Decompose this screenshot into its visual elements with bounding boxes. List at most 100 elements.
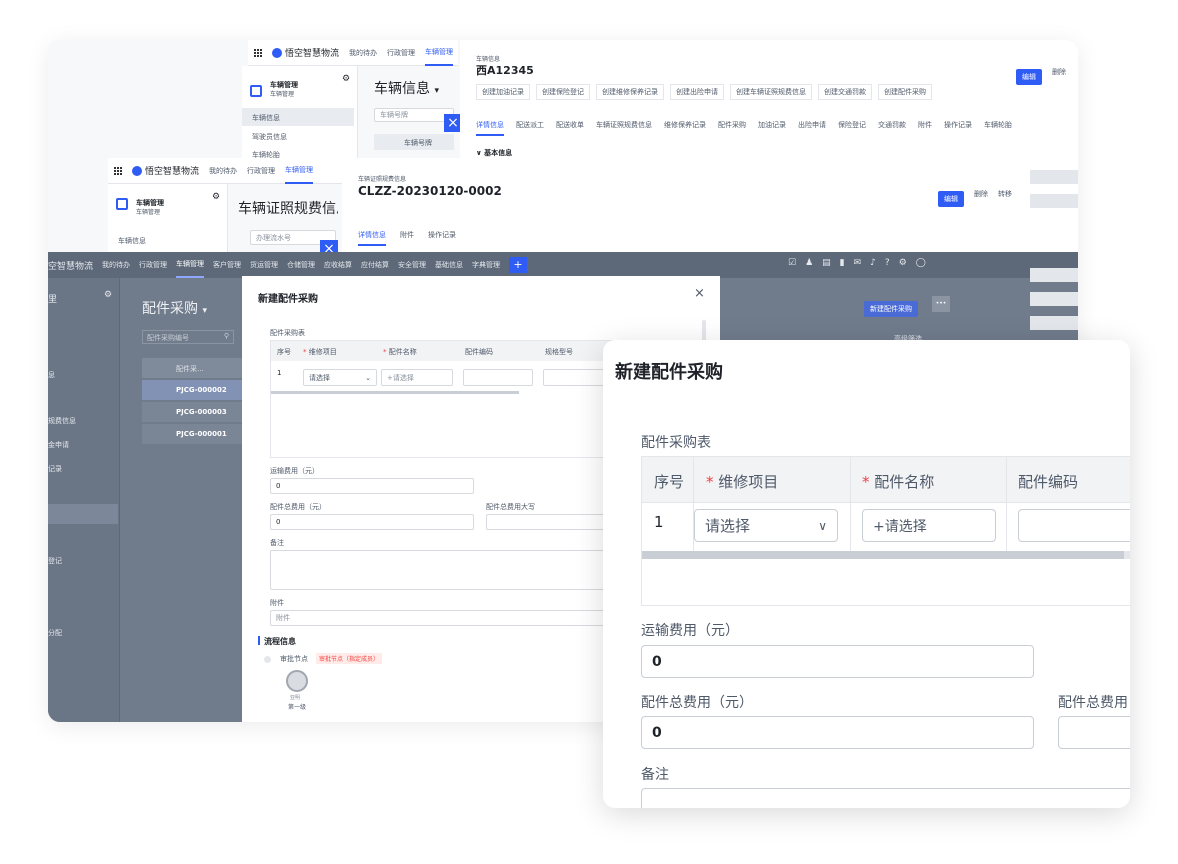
mail-icon[interactable]: ✉ — [854, 258, 862, 268]
document-icon[interactable]: ▤ — [822, 258, 831, 268]
chevron-down-icon[interactable]: ▾ — [434, 86, 439, 96]
search-icon[interactable]: ⚲ — [224, 332, 229, 340]
breadcrumb: 车辆证照规费信息 — [358, 176, 407, 183]
search-input[interactable]: 车辆号牌 — [374, 108, 454, 122]
sidebar-item-vehicle-info[interactable]: 车辆信息 — [118, 236, 146, 246]
nav-todo[interactable]: 我的待办 — [102, 260, 130, 270]
transfer-button[interactable]: 转移 — [998, 189, 1012, 199]
more-button[interactable]: ••• — [932, 296, 950, 312]
zoom-total-input[interactable]: 0 — [641, 716, 1034, 749]
tab[interactable]: 出险申请 — [798, 120, 826, 136]
add-button[interactable]: + — [509, 257, 528, 273]
sidebar-item[interactable]: 登记 — [48, 556, 62, 566]
horizontal-scrollbar[interactable] — [271, 391, 519, 394]
nav-vehicle[interactable]: 车辆管理 — [176, 252, 205, 278]
action-button[interactable]: 创建配件采购 — [878, 84, 932, 100]
tab[interactable]: 操作记录 — [944, 120, 972, 136]
gear-icon[interactable]: ⚙ — [104, 290, 112, 300]
sidebar-item-driver[interactable]: 驾驶员信息 — [252, 132, 287, 142]
nav-vehicle[interactable]: 车辆管理 — [285, 158, 314, 184]
nav-safety[interactable]: 安全管理 — [398, 260, 426, 270]
sidebar-item[interactable]: 分配 — [48, 628, 62, 638]
repair-item-select[interactable]: 请选择 ⌄ — [303, 369, 377, 386]
scroll-track — [1124, 551, 1130, 559]
zoom-horizontal-scrollbar[interactable] — [642, 551, 1124, 559]
settings-icon[interactable]: ⚙ — [899, 258, 907, 268]
tab[interactable]: 车辆轮胎 — [984, 120, 1012, 136]
tab[interactable]: 交通罚款 — [878, 120, 906, 136]
action-button[interactable]: 创建出险申请 — [670, 84, 724, 100]
delete-button[interactable]: 删除 — [1052, 67, 1066, 77]
zoom-repair-item-select[interactable]: 请选择 ∨ — [694, 509, 838, 542]
zoom-col-part-name: * 配件名称 — [862, 473, 935, 491]
action-button[interactable]: 创建加油记录 — [476, 84, 530, 100]
nav-todo[interactable]: 我的待办 — [349, 48, 377, 58]
freight-input[interactable]: 0 — [270, 478, 474, 494]
tab[interactable]: 维修保养记录 — [664, 120, 706, 136]
gear-icon[interactable]: ⚙ — [342, 74, 350, 84]
sidebar-item[interactable]: 规费信息 — [48, 416, 76, 426]
part-code-input[interactable] — [463, 369, 533, 386]
new-purchase-button[interactable]: 新建配件采购 — [864, 296, 918, 317]
zoom-total-upper-input[interactable] — [1058, 716, 1130, 749]
zoom-freight-input[interactable]: 0 — [641, 645, 1034, 678]
chevron-down-icon[interactable]: ▾ — [202, 306, 207, 316]
zoom-remark-textarea[interactable] — [641, 788, 1130, 808]
help-icon[interactable]: ? — [885, 258, 890, 268]
nav-vehicle[interactable]: 车辆管理 — [425, 40, 454, 66]
nav-admin[interactable]: 行政管理 — [139, 260, 167, 270]
action-button[interactable]: 创建保险登记 — [536, 84, 590, 100]
apps-grid-icon[interactable] — [114, 166, 122, 175]
table-row[interactable]: PJCG-000003 — [142, 402, 242, 422]
action-button[interactable]: 创建车辆证照规费信息 — [730, 84, 812, 100]
tab[interactable]: 配送收单 — [556, 120, 584, 136]
part-name-input[interactable]: +请选择 — [381, 369, 453, 386]
nav-warehouse[interactable]: 仓储管理 — [287, 260, 315, 270]
tab[interactable]: 附件 — [918, 120, 932, 136]
nav-dict[interactable]: 字典管理 — [472, 260, 500, 270]
nav-basic[interactable]: 基础信息 — [435, 260, 463, 270]
apps-grid-icon[interactable] — [254, 48, 262, 57]
bookmark-icon[interactable]: ▮ — [840, 258, 845, 268]
tab-attachments[interactable]: 附件 — [400, 230, 414, 246]
tab[interactable]: 配件采购 — [718, 120, 746, 136]
action-button[interactable]: 创建交通罚款 — [818, 84, 872, 100]
nav-payable[interactable]: 应付结算 — [361, 260, 389, 270]
tab[interactable]: 加油记录 — [758, 120, 786, 136]
nav-admin[interactable]: 行政管理 — [387, 48, 415, 58]
checklist-icon[interactable]: ☑ — [788, 258, 796, 268]
sidebar-item[interactable]: 金申请 — [48, 440, 69, 450]
sidebar-item[interactable]: 记录 — [48, 464, 62, 474]
tab[interactable]: 保险登记 — [838, 120, 866, 136]
nav-freight[interactable]: 货运管理 — [250, 260, 278, 270]
total-input[interactable]: 0 — [270, 514, 474, 530]
bell-icon[interactable]: ♪ — [870, 258, 876, 268]
tab-detail[interactable]: 详情信息 — [358, 230, 386, 246]
edit-button[interactable]: 编辑 — [938, 186, 964, 207]
nav-receivable[interactable]: 应收结算 — [324, 260, 352, 270]
chevron-down-icon: ∨ — [818, 518, 827, 533]
action-button[interactable]: 创建维修保养记录 — [596, 84, 664, 100]
nav-todo[interactable]: 我的待办 — [209, 166, 237, 176]
table-row[interactable]: PJCG-000002 — [142, 380, 242, 400]
sidebar-item-vehicle-info[interactable]: 车辆信息 — [242, 108, 354, 126]
account-icon[interactable]: ◯ — [916, 258, 926, 268]
nav-admin[interactable]: 行政管理 — [247, 166, 275, 176]
tab-logs[interactable]: 操作记录 — [428, 230, 456, 246]
tab[interactable]: 车辆证照规费信息 — [596, 120, 652, 136]
zoom-part-code-input[interactable] — [1018, 509, 1130, 542]
edit-button[interactable]: 编辑 — [1016, 64, 1042, 85]
tab-detail[interactable]: 详情信息 — [476, 120, 504, 136]
user-icon[interactable]: ♟ — [805, 258, 813, 268]
zoom-table-label: 配件采购表 — [641, 435, 711, 451]
sidebar-item-active[interactable] — [48, 504, 118, 524]
table-row[interactable]: PJCG-000001 — [142, 424, 242, 444]
tab[interactable]: 配送派工 — [516, 120, 544, 136]
search-input-3[interactable]: 配件采购编号 ⚲ — [142, 330, 234, 344]
sidebar-item[interactable]: 息 — [48, 370, 55, 380]
zoom-part-name-input[interactable]: +请选择 — [862, 509, 996, 542]
nav-customer[interactable]: 客户管理 — [213, 260, 241, 270]
gear-icon[interactable]: ⚙ — [212, 192, 220, 202]
close-icon[interactable]: × — [694, 286, 705, 301]
delete-button[interactable]: 删除 — [974, 189, 988, 199]
